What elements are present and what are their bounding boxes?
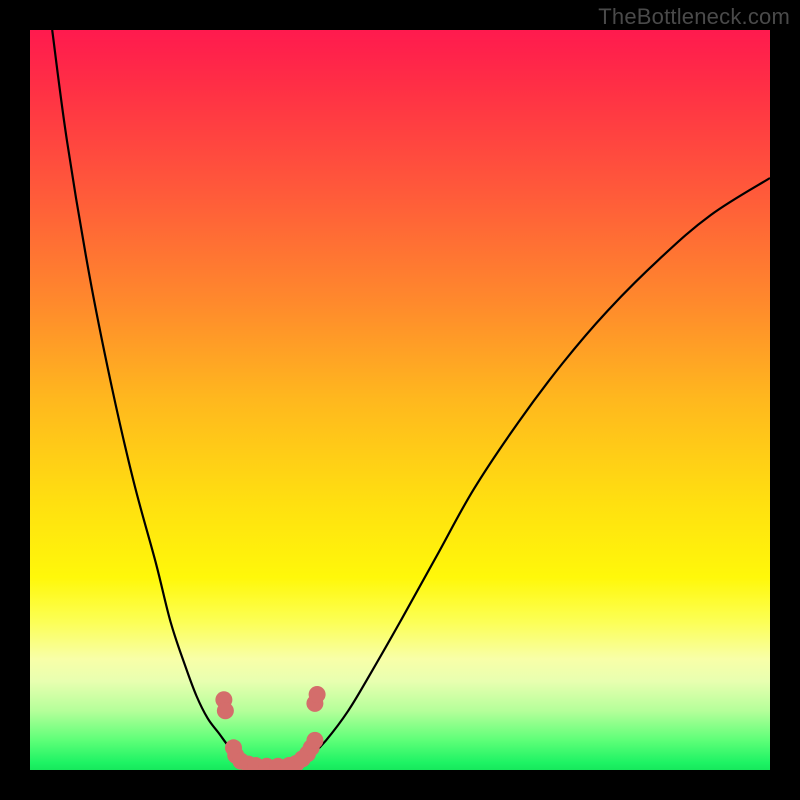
marker-point [217,702,234,719]
curve-layer [30,30,770,770]
chart-frame: TheBottleneck.com [0,0,800,800]
marker-point [309,686,326,703]
marker-group [215,686,325,770]
marker-point [306,732,323,749]
watermark-text: TheBottleneck.com [598,4,790,30]
right-curve [296,178,770,766]
left-curve [52,30,252,766]
